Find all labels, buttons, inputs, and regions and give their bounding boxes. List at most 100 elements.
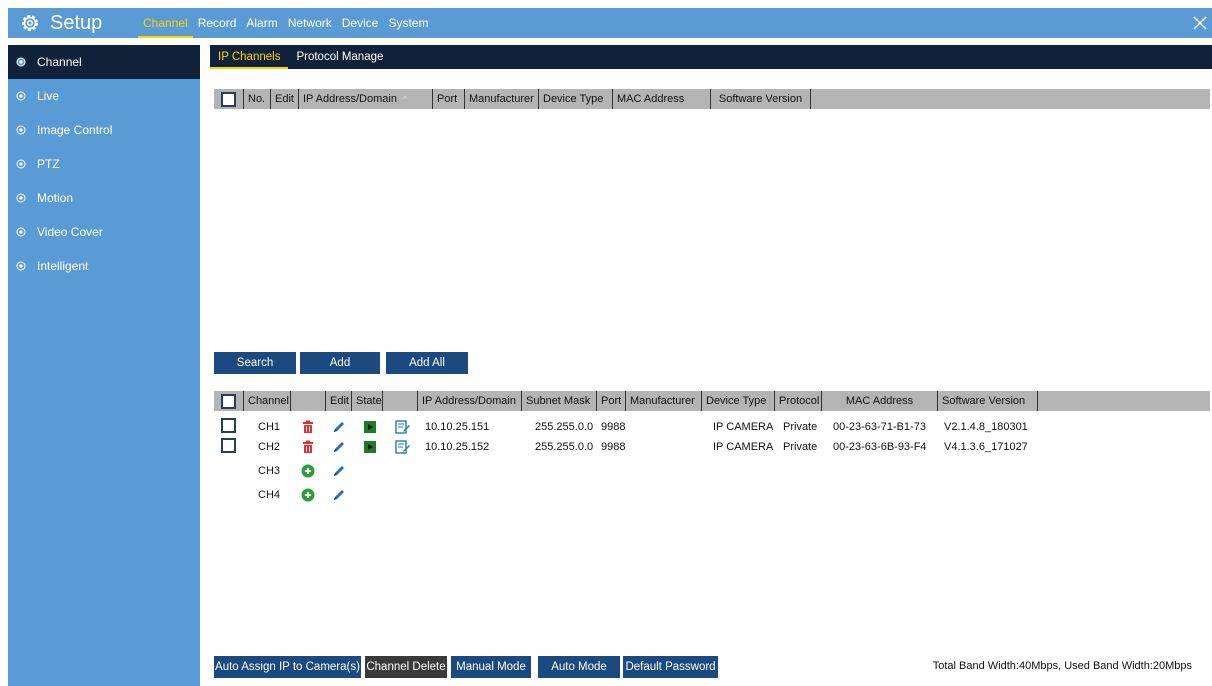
tab-network[interactable]: Network [283,8,337,38]
table-row[interactable]: CH2 10.10.25.152 255.255.0.0 9988 IP CAM… [214,436,1210,458]
table-row[interactable]: CH3 [214,460,1210,482]
bullet-icon [16,125,26,135]
column-header[interactable]: Subnet Mask [522,391,597,411]
mac-address: 00-23-63-6B-93-F4 [833,441,927,453]
column-header-label: IP Address/Domain [303,93,397,105]
app-title: Setup [50,12,103,34]
column-header[interactable]: MAC Address [613,89,711,109]
column-header[interactable]: Port [597,391,626,411]
bullet-icon [16,91,26,101]
table-row[interactable]: CH4 [214,484,1210,506]
bandwidth-status: Total Band Width:40Mbps, Used Band Width… [932,660,1192,672]
tab-device[interactable]: Device [337,8,384,38]
add-circle-icon[interactable] [300,487,316,503]
tab-system[interactable]: System [383,8,433,38]
column-header[interactable]: No. [244,89,271,109]
pencil-icon[interactable] [331,487,347,503]
column-header[interactable]: Edit [326,391,352,411]
sidebar-item-image-control[interactable]: Image Control [8,113,200,147]
edit-note-icon[interactable] [394,439,410,455]
bullet-icon [16,261,26,271]
bullet-icon [16,57,26,67]
sidebar-item-intelligent[interactable]: Intelligent [8,249,200,283]
sidebar-item-label: Video Cover [37,225,103,239]
row-checkbox[interactable] [221,438,236,453]
channel-name: CH3 [258,465,281,477]
sidebar-item-label: Image Control [37,123,113,137]
pencil-icon[interactable] [331,463,347,479]
pencil-icon[interactable] [331,419,347,435]
select-all-channels-checkbox[interactable] [221,393,236,409]
sidebar: Channel Live Image Control PTZ Motion Vi… [8,45,200,686]
top-nav: Channel Record Alarm Network Device Syst… [138,8,433,38]
gear-icon [22,15,38,31]
sidebar-item-ptz[interactable]: PTZ [8,147,200,181]
edit-note-icon[interactable] [394,419,410,435]
add-all-button[interactable]: Add All [386,352,468,374]
channel-delete-button[interactable]: Channel Delete [365,656,447,678]
column-header[interactable]: Manufacturer [465,89,539,109]
auto-assign-ip-button[interactable]: Auto Assign IP to Camera(s) [214,656,361,678]
tab-alarm[interactable]: Alarm [241,8,282,38]
mac-address: 00-23-63-71-B1-73 [833,421,926,433]
protocol: Private [783,421,818,433]
manual-mode-button[interactable]: Manual Mode [451,656,531,678]
channel-name: CH1 [258,421,281,433]
sidebar-item-video-cover[interactable]: Video Cover [8,215,200,249]
add-circle-icon[interactable] [300,463,316,479]
subnet-mask: 255.255.0.0 [535,441,594,453]
sidebar-item-label: Channel [37,55,82,69]
add-button[interactable]: Add [300,352,380,374]
column-header[interactable]: Software Version [938,391,1038,411]
default-password-button[interactable]: Default Password [623,656,718,678]
ip-address: 10.10.25.152 [425,441,490,453]
close-icon[interactable] [1192,15,1208,31]
sidebar-item-motion[interactable]: Motion [8,181,200,215]
bullet-icon [16,193,26,203]
column-header[interactable]: Edit [271,89,299,109]
column-header[interactable]: Port [433,89,465,109]
play-status-icon [364,441,376,453]
row-checkbox[interactable] [221,418,236,433]
device-type: IP CAMERA [713,421,774,433]
sidebar-item-channel[interactable]: Channel [8,45,200,79]
subtab-bar: IP Channels Protocol Manage [210,45,1212,69]
column-header-ip[interactable]: IP Address/Domain ^ [299,89,433,109]
channel-name: CH4 [258,489,281,501]
column-header[interactable]: Software Version [711,89,811,109]
sidebar-item-label: Intelligent [37,259,89,273]
column-header[interactable]: MAC Address [822,391,938,411]
sidebar-item-label: Live [37,89,60,103]
top-bar: Setup Channel Record Alarm Network Devic… [8,8,1212,38]
select-all-cell [214,391,244,411]
pencil-icon[interactable] [331,439,347,455]
tab-record[interactable]: Record [193,8,242,38]
sort-up-icon: ^ [402,94,408,104]
brand: Setup [8,8,138,38]
column-header[interactable]: Device Type [702,391,775,411]
column-header[interactable]: Channel [244,391,291,411]
column-header[interactable]: IP Address/Domain [418,391,522,411]
search-button[interactable]: Search [214,352,296,374]
sidebar-item-live[interactable]: Live [8,79,200,113]
auto-mode-button[interactable]: Auto Mode [538,656,620,678]
sidebar-item-label: PTZ [37,157,60,171]
column-header[interactable]: Manufacturer [626,391,702,411]
tab-channel[interactable]: Channel [138,8,193,38]
tab-ip-channels[interactable]: IP Channels [210,45,289,69]
select-all-checkbox[interactable] [221,91,236,107]
column-header[interactable]: Device Type [539,89,613,109]
port: 9988 [601,421,626,433]
tab-protocol-manage[interactable]: Protocol Manage [288,45,391,69]
select-all-cell [214,89,244,109]
channel-table-header: Channel Edit State IP Address/Domain Sub… [214,391,1210,411]
column-header [383,391,418,411]
column-header[interactable]: State [352,391,383,411]
bullet-icon [16,227,26,237]
trash-icon[interactable] [300,419,316,435]
software-version: V4.1.3.6_171027 [944,441,1028,453]
column-header[interactable]: Protocol [775,391,822,411]
table-row[interactable]: CH1 10.10.25.151 255.255.0.0 9988 IP CAM… [214,416,1210,438]
trash-icon[interactable] [300,439,316,455]
search-table-header: No. Edit IP Address/Domain ^ Port Manufac… [214,89,1210,109]
